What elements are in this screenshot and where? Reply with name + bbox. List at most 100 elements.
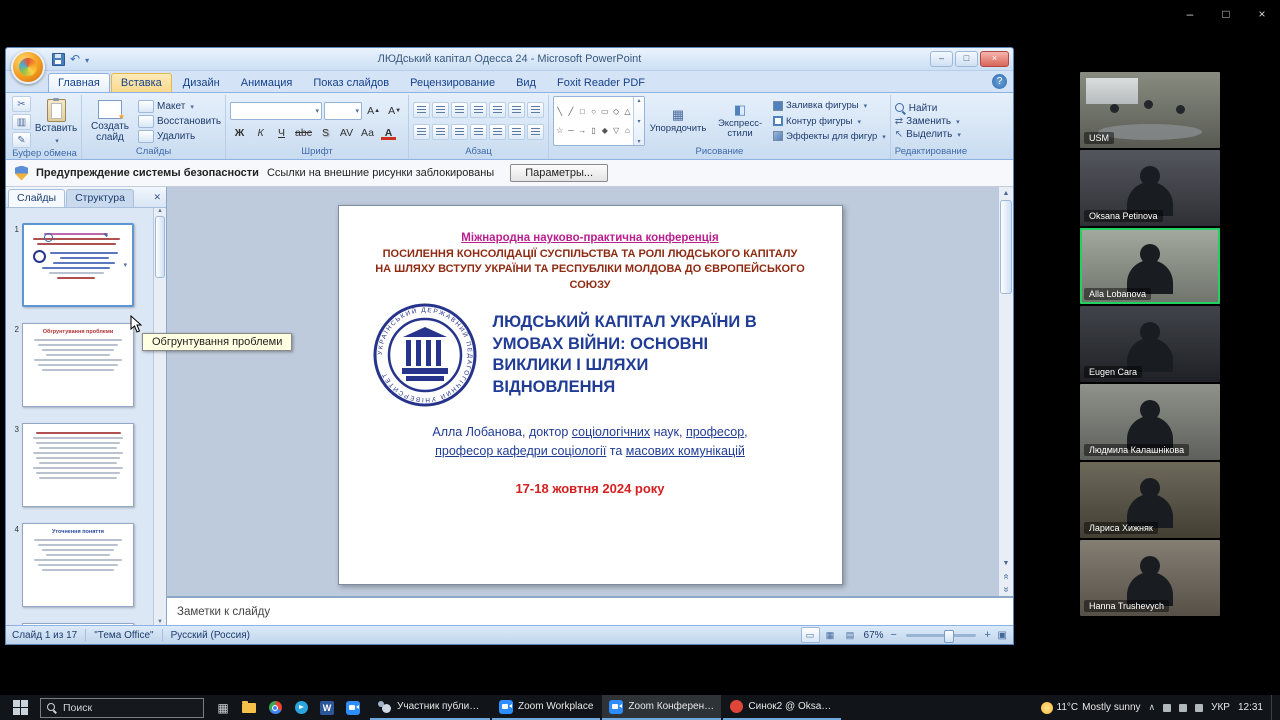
taskbar-app-1[interactable]: Участник публикац... [370, 695, 490, 720]
shape-icon-7[interactable]: △ [624, 107, 630, 116]
shape-icon-13[interactable]: ▽ [613, 126, 619, 135]
ppt-close-button[interactable]: × [980, 51, 1009, 67]
scroll-up-icon[interactable]: ▲ [1003, 187, 1010, 200]
ribbon-tab-Вставка[interactable]: Вставка [111, 73, 172, 92]
text-shadow-button[interactable]: S [316, 125, 335, 140]
weather-widget[interactable]: 11°C Mostly sunny [1041, 702, 1141, 714]
slideshow-view-button[interactable]: ▤ [841, 627, 860, 643]
undo-icon[interactable] [70, 50, 80, 68]
pane-close-icon[interactable]: ✕ [153, 192, 161, 203]
replace-button[interactable]: Заменить [895, 116, 961, 127]
slide-thumbnail-3[interactable] [22, 423, 134, 507]
align-center-icon[interactable] [432, 124, 449, 140]
clock[interactable]: 12:31 [1238, 702, 1263, 713]
strikethrough-button[interactable]: abc [293, 125, 314, 140]
tab-slides[interactable]: Слайды [8, 189, 65, 207]
participant-tile-6[interactable]: Лариса Хижняк [1080, 462, 1220, 538]
shape-icon-9[interactable]: ─ [568, 126, 574, 135]
qat-dropdown-icon[interactable] [85, 50, 89, 68]
smartart-icon[interactable] [508, 124, 525, 140]
zoom-app-icon[interactable] [340, 695, 366, 720]
slide-thumbnail-5[interactable] [22, 623, 134, 625]
delete-slide-button[interactable]: Удалить [138, 130, 221, 143]
slide-sorter-view-button[interactable]: ▦ [821, 627, 840, 643]
ppt-minimize-button[interactable]: – [930, 51, 953, 67]
task-view-icon[interactable]: ▦ [210, 695, 236, 720]
ribbon-tab-Показ слайдов[interactable]: Показ слайдов [303, 73, 399, 92]
ribbon-tab-Анимация[interactable]: Анимация [231, 73, 303, 92]
ribbon-tab-Вид[interactable]: Вид [506, 73, 546, 92]
zoom-slider-thumb[interactable] [944, 630, 954, 643]
ppt-restore-button[interactable]: □ [955, 51, 978, 67]
window-maximize-button[interactable]: □ [1208, 0, 1244, 28]
zoom-slider[interactable] [906, 634, 976, 637]
window-close-button[interactable]: × [1244, 0, 1280, 28]
shape-outline-button[interactable]: Контур фигуры [773, 116, 886, 127]
participant-tile-7[interactable]: Hanna Trushevych [1080, 540, 1220, 616]
underline-button[interactable]: Ч [272, 125, 291, 140]
save-icon[interactable] [52, 53, 65, 66]
window-minimize-button[interactable]: – [1172, 0, 1208, 28]
pane-scroll-thumb[interactable] [155, 216, 165, 278]
notes-pane[interactable]: Заметки к слайду [167, 596, 1013, 625]
columns-icon[interactable] [489, 124, 506, 140]
shape-icon-3[interactable]: □ [580, 107, 585, 116]
numbering-icon[interactable] [432, 102, 449, 118]
options-button[interactable]: Параметры... [510, 164, 608, 182]
chrome-icon[interactable] [262, 695, 288, 720]
change-case-button[interactable]: Аа [358, 125, 377, 140]
shape-fill-button[interactable]: Заливка фигуры [773, 100, 886, 111]
shape-icon-6[interactable]: ◇ [613, 107, 619, 116]
align-left-icon[interactable] [413, 124, 430, 140]
hidden-icons-caret[interactable]: ∧ [1149, 702, 1156, 713]
layout-button[interactable]: Макет [138, 100, 221, 113]
increase-indent-icon[interactable] [470, 102, 487, 118]
participant-tile-1[interactable]: USM [1080, 72, 1220, 148]
italic-button[interactable]: К [251, 125, 270, 140]
slide-thumbnail-1[interactable] [22, 223, 134, 307]
tab-outline[interactable]: Структура [66, 189, 134, 207]
copy-icon[interactable] [12, 114, 31, 130]
participant-tile-2[interactable]: Oksana Petinova [1080, 150, 1220, 226]
shape-icon-10[interactable]: → [578, 126, 586, 135]
shape-icon-4[interactable]: ○ [591, 107, 596, 116]
language-indicator[interactable]: Русский (Россия) [171, 630, 250, 641]
new-slide-button[interactable]: Создать слайд [86, 96, 134, 146]
editor-scroll-thumb[interactable] [1000, 200, 1012, 294]
line-spacing-icon[interactable] [489, 102, 506, 118]
slide-thumbnail-2[interactable]: Обгрунтування проблеми [22, 323, 134, 407]
align-right-icon[interactable] [451, 124, 468, 140]
tray-network-icon[interactable] [1163, 704, 1171, 712]
language-switcher[interactable]: УКР [1211, 702, 1230, 713]
align-text-icon[interactable] [527, 102, 544, 118]
start-button[interactable] [0, 695, 40, 720]
font-color-button[interactable]: А [379, 125, 398, 140]
show-desktop-button[interactable] [1271, 695, 1277, 720]
ribbon-tab-Главная[interactable]: Главная [48, 73, 110, 92]
arrange-button[interactable]: ▦ Упорядочить [649, 96, 707, 146]
zoom-in-button[interactable]: + [982, 629, 994, 641]
format-painter-icon[interactable] [12, 132, 31, 148]
zoom-out-button[interactable]: − [888, 629, 900, 641]
tray-volume-icon[interactable] [1179, 704, 1187, 712]
grow-font-button[interactable]: А▲ [364, 103, 383, 118]
shrink-font-button[interactable]: А▼ [385, 103, 404, 118]
fit-to-window-icon[interactable] [998, 630, 1007, 641]
quick-styles-button[interactable]: ◧ Экспресс-стили [711, 96, 769, 146]
slide-canvas[interactable]: Міжнародна науково-практична конференція… [338, 205, 843, 585]
taskbar-app-4[interactable]: Синок2 @ Oksana P... [723, 695, 841, 720]
shape-icon-8[interactable]: ☆ [556, 126, 563, 135]
select-button[interactable]: Выделить [895, 129, 961, 140]
word-icon[interactable]: W [314, 695, 340, 720]
tray-battery-icon[interactable] [1195, 704, 1203, 712]
ribbon-tab-Foxit Reader PDF[interactable]: Foxit Reader PDF [547, 73, 655, 92]
next-slide-button[interactable]: » [1000, 587, 1013, 593]
taskbar-app-2[interactable]: Zoom Workplace [492, 695, 600, 720]
reset-button[interactable]: Восстановить [138, 115, 221, 128]
pane-scrollbar[interactable]: ▲ ▼ [153, 208, 166, 625]
font-size-select[interactable] [324, 102, 362, 120]
shape-gallery-scrollbar[interactable]: ▴▾▾ [633, 97, 644, 145]
scroll-up-icon[interactable]: ▲ [157, 208, 163, 214]
paste-button[interactable]: Вставить [35, 96, 77, 148]
editor-scrollbar[interactable]: ▲ ▼ « » [998, 187, 1013, 596]
